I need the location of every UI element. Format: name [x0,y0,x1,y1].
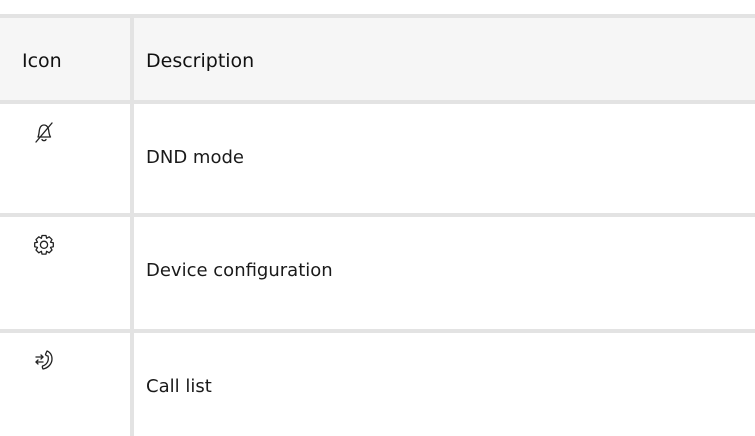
bell-off-icon [31,120,57,146]
column-divider [130,14,134,436]
row-description: Device configuration [146,260,333,281]
gear-icon [31,232,57,258]
row-divider [0,329,755,333]
table-header-row [0,18,755,100]
column-header-icon: Icon [22,50,62,72]
table-top-border [0,14,755,18]
header-bottom-border [0,100,755,104]
column-header-description: Description [146,50,255,72]
row-description: Call list [146,376,212,397]
icon-description-table: Icon Description DND mode Device configu… [0,0,755,436]
call-list-icon [31,347,57,373]
row-divider [0,213,755,217]
row-description: DND mode [146,147,244,168]
